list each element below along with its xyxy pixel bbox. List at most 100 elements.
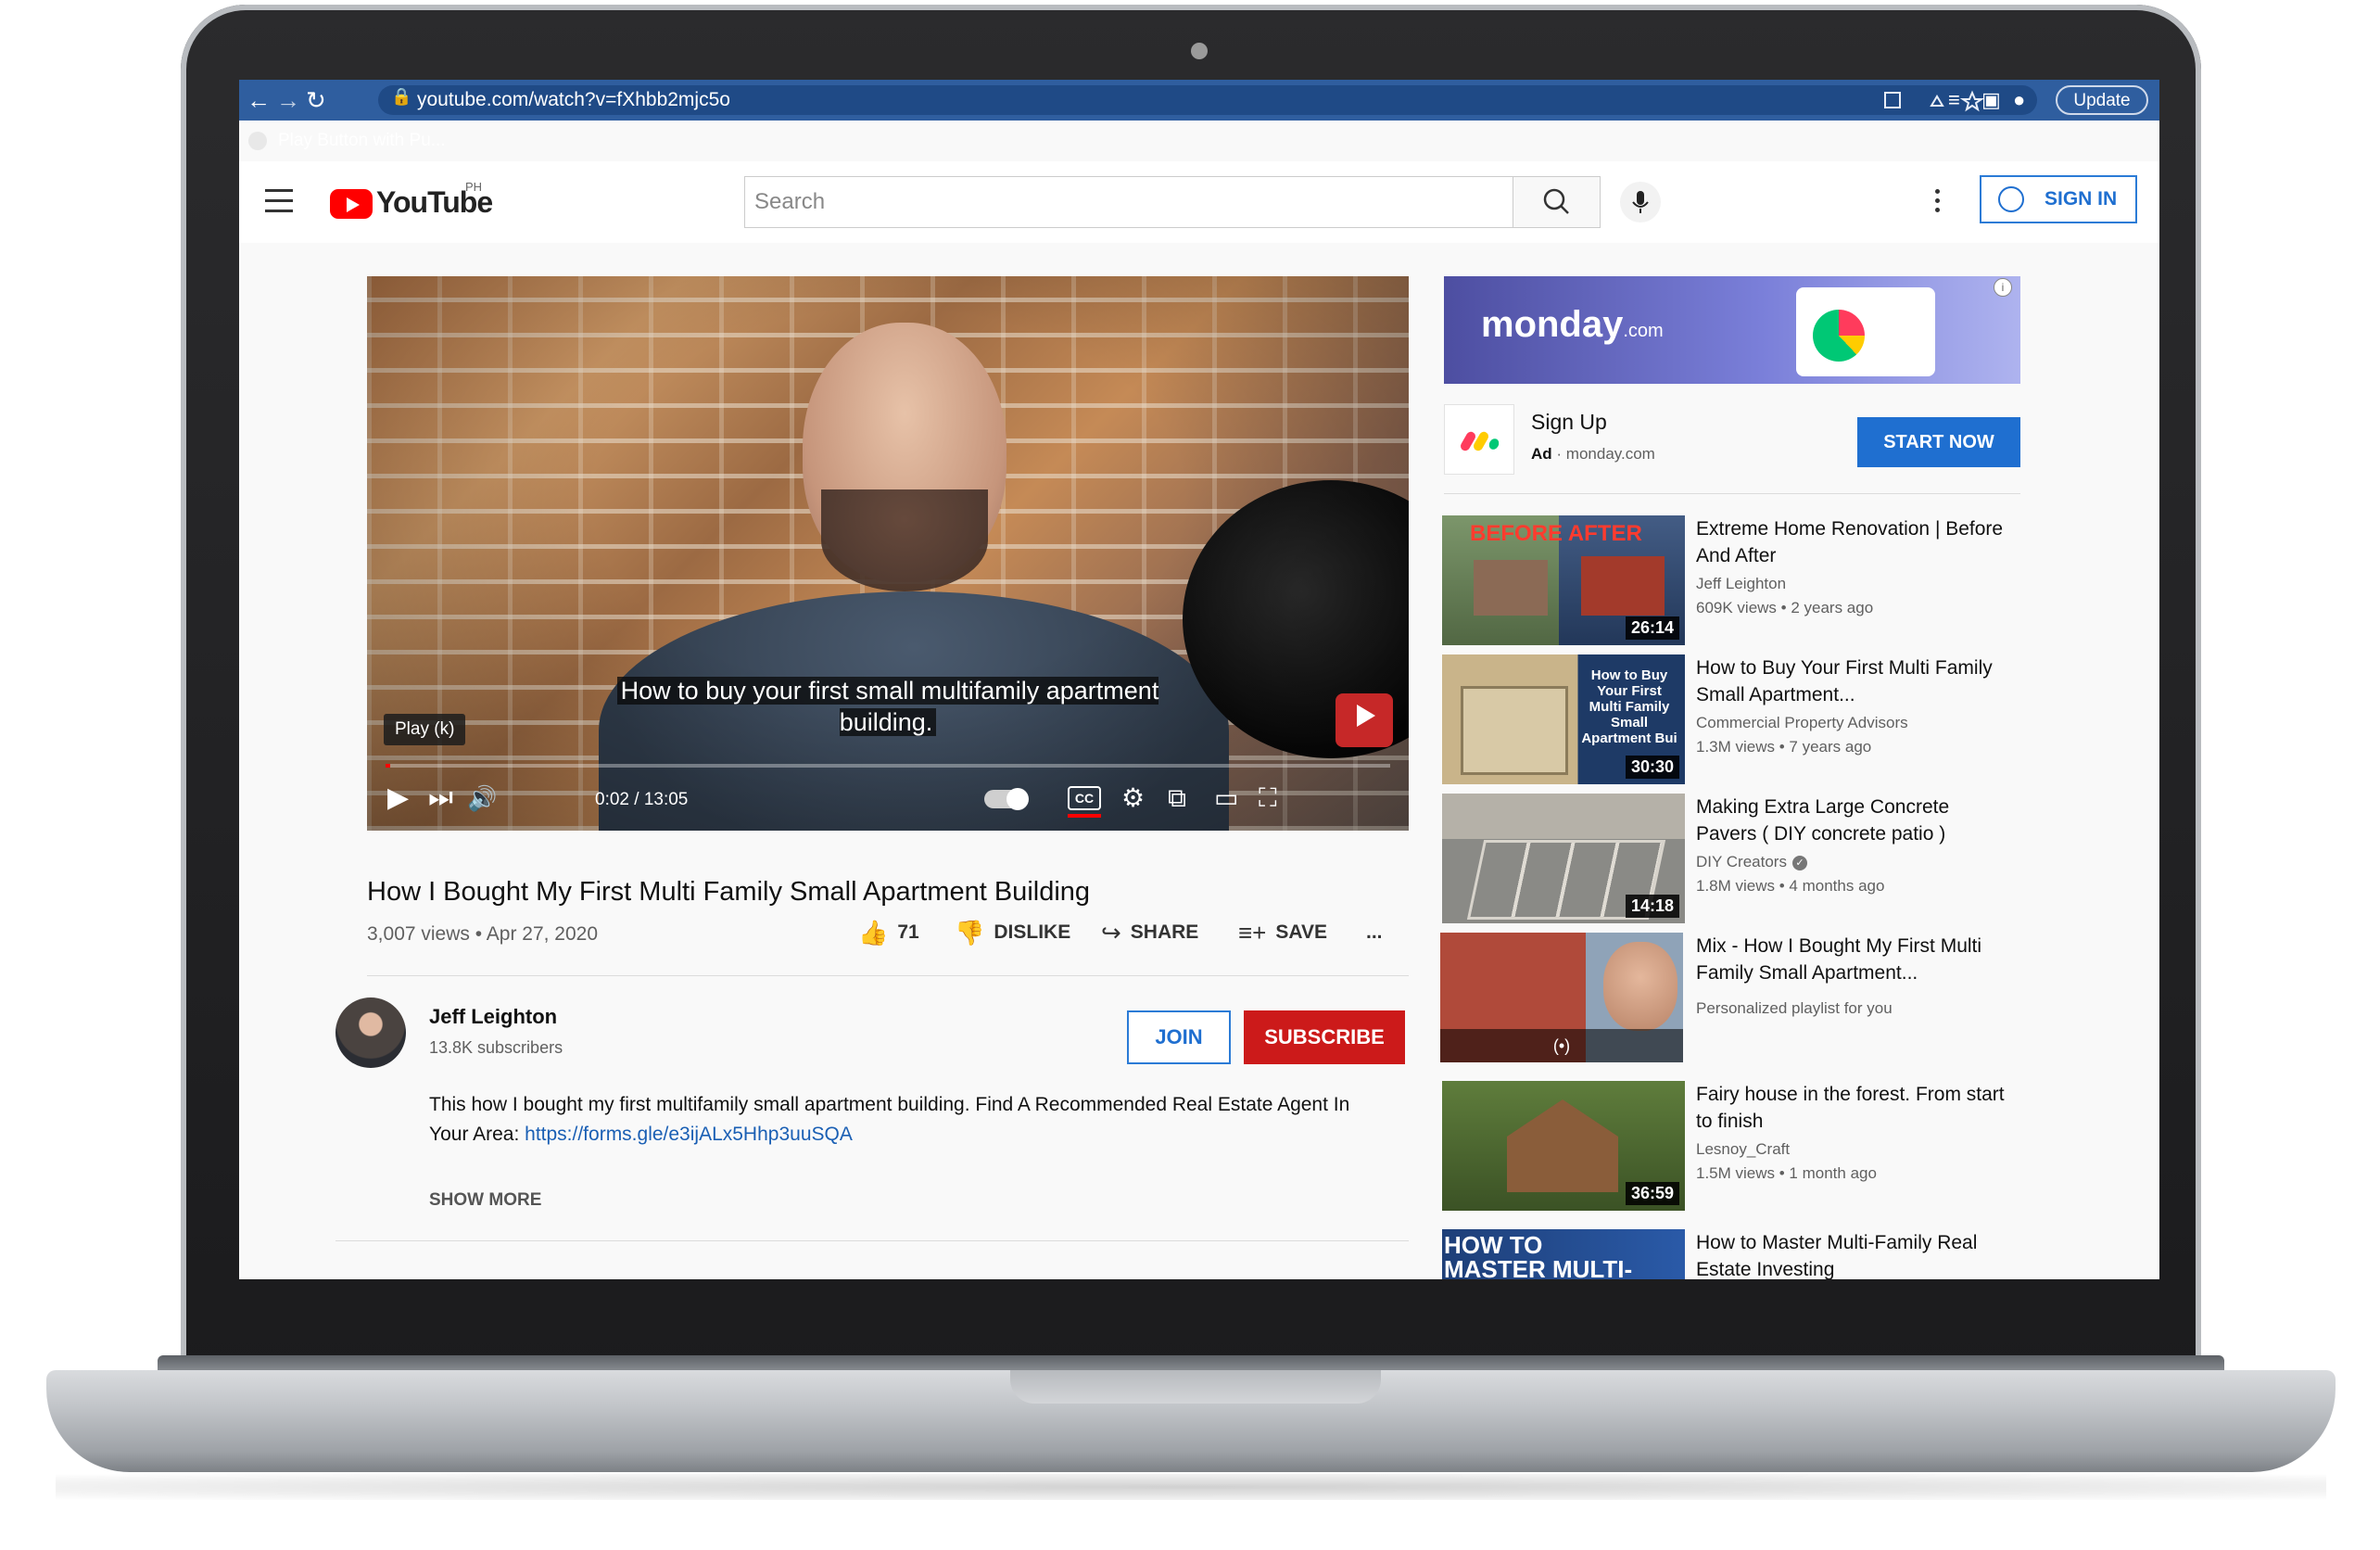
captions-active-indicator xyxy=(1068,814,1101,818)
profile-icon[interactable]: ● xyxy=(2013,80,2025,121)
ad-info-icon[interactable]: i xyxy=(1994,278,2012,297)
youtube-header: YouTube PH SIGN IN xyxy=(239,161,2159,243)
ad-headline[interactable]: Sign Up xyxy=(1531,410,1607,435)
share-button[interactable]: ↪ SHARE xyxy=(1101,914,1198,951)
video-thumbnail[interactable]: 14:18 xyxy=(1442,794,1685,923)
video-vignette xyxy=(367,276,1409,831)
more-actions-button[interactable]: ... xyxy=(1366,914,1383,951)
list-item[interactable]: BEFORE AFTER 26:14 Extreme Home Renovati… xyxy=(1442,515,2035,645)
ad-logo[interactable] xyxy=(1444,404,1514,475)
join-button[interactable]: JOIN xyxy=(1127,1010,1231,1064)
video-meta: 609K views • 2 years ago xyxy=(1696,599,1874,616)
video-thumbnail[interactable]: BEFORE AFTER 26:14 xyxy=(1442,515,1685,645)
thumbs-up-icon: 👍 xyxy=(858,919,889,947)
share-icon: ↪ xyxy=(1101,919,1121,947)
show-more-button[interactable]: SHOW MORE xyxy=(429,1190,541,1211)
fullscreen-icon[interactable]: ⛶ xyxy=(1259,782,1277,814)
region-code: PH xyxy=(465,180,483,194)
dislike-label: DISLIKE xyxy=(994,921,1071,943)
captions-button[interactable]: CC xyxy=(1068,786,1101,810)
video-title[interactable]: Making Extra Large Concrete Pavers ( DIY… xyxy=(1696,794,2011,847)
lock-icon: 🔒 xyxy=(391,87,412,106)
subscribe-button[interactable]: SUBSCRIBE xyxy=(1244,1010,1405,1064)
channel-name[interactable]: DIY Creators ✓ xyxy=(1696,853,1807,871)
like-button[interactable]: 👍 71 xyxy=(858,914,919,951)
video-thumbnail[interactable]: 36:59 xyxy=(1442,1081,1685,1211)
browser-toolbar: ← → ↻ 🔒 youtube.com/watch?v=fXhbb2mjc5o … xyxy=(239,80,2159,121)
video-meta: 1.8M views • 4 months ago xyxy=(1696,877,1885,895)
menu-icon[interactable] xyxy=(265,189,293,213)
channel-name[interactable]: Jeff Leighton xyxy=(429,1005,557,1029)
search-box xyxy=(744,176,1513,228)
reload-icon[interactable]: ↻ xyxy=(306,80,326,121)
update-button[interactable]: Update xyxy=(2056,85,2148,115)
laptop-notch xyxy=(1010,1370,1381,1404)
list-item[interactable]: (•) Mix - How I Bought My First Multi Fa… xyxy=(1440,933,2033,1062)
forward-icon[interactable]: → xyxy=(276,80,300,121)
search-input[interactable] xyxy=(745,177,1479,227)
side-panel-icon[interactable]: ▣ xyxy=(1981,80,2001,121)
back-icon[interactable]: ← xyxy=(247,80,271,121)
divider xyxy=(335,1240,1409,1241)
address-bar[interactable]: 🔒 youtube.com/watch?v=fXhbb2mjc5o xyxy=(378,85,2037,115)
video-title[interactable]: How to Master Multi-Family Real Estate I… xyxy=(1696,1229,2011,1279)
volume-icon[interactable]: 🔊 xyxy=(467,782,497,814)
list-item[interactable]: 36:59 Fairy house in the forest. From st… xyxy=(1442,1081,2035,1211)
ad-brand: monday.com xyxy=(1481,304,1664,346)
list-item[interactable]: How to Buy Your First Multi Family Small… xyxy=(1442,654,2035,784)
description-link[interactable]: https://forms.gle/e3ijALx5Hhp3uuSQA xyxy=(525,1124,853,1145)
list-item[interactable]: 14:18 Making Extra Large Concrete Pavers… xyxy=(1442,794,2035,923)
video-thumbnail[interactable]: (•) xyxy=(1440,933,1683,1062)
dislike-button[interactable]: 👎 DISLIKE xyxy=(955,914,1070,951)
divider xyxy=(1444,493,2020,494)
next-icon[interactable]: ⏭ xyxy=(428,782,453,814)
ad-logo-dot-green xyxy=(1487,437,1501,451)
video-thumbnail[interactable]: How to Buy Your First Multi Family Small… xyxy=(1442,654,1685,784)
video-meta: 1.5M views • 1 month ago xyxy=(1696,1164,1877,1182)
channel-name[interactable]: Commercial Property Advisors xyxy=(1696,714,1908,732)
thumb-face xyxy=(1603,942,1677,1031)
thumb-caption: How to Buy Your First Multi Family Small… xyxy=(1581,667,1677,746)
video-title[interactable]: How to Buy Your First Multi Family Small… xyxy=(1696,654,2011,708)
subscribe-watermark-icon[interactable] xyxy=(1336,693,1393,747)
search-button[interactable] xyxy=(1513,176,1601,228)
voice-search-button[interactable] xyxy=(1620,182,1661,222)
video-title: How I Bought My First Multi Family Small… xyxy=(367,877,1091,907)
video-player[interactable]: How to buy your first small multifamily … xyxy=(367,276,1409,831)
video-description: This how I bought my first multifamily s… xyxy=(429,1090,1356,1150)
channel-avatar[interactable] xyxy=(335,997,406,1068)
video-meta: Personalized playlist for you xyxy=(1696,999,1893,1017)
channel-name[interactable]: Lesnoy_Craft xyxy=(1696,1140,1790,1159)
duration-badge: 14:18 xyxy=(1625,895,1679,918)
share-label: SHARE xyxy=(1130,921,1199,943)
progress-bar[interactable] xyxy=(386,764,1390,768)
video-title[interactable]: Extreme Home Renovation | Before And Aft… xyxy=(1696,515,2011,569)
save-button[interactable]: ≡+ SAVE xyxy=(1238,914,1327,951)
video-title[interactable]: Fairy house in the forest. From start to… xyxy=(1696,1081,2011,1135)
thumb-caption: HOW TO MASTER MULTI-FAMILY REAL xyxy=(1444,1231,1633,1279)
play-icon[interactable]: ▶ xyxy=(387,782,409,814)
sign-in-button[interactable]: SIGN IN xyxy=(1980,175,2137,223)
ad-label: Ad xyxy=(1531,445,1552,463)
settings-more-icon[interactable] xyxy=(1935,189,1941,217)
theater-mode-icon[interactable]: ▭ xyxy=(1214,782,1238,814)
list-item[interactable]: HOW TO MASTER MULTI-FAMILY REAL How to M… xyxy=(1442,1229,2035,1279)
bookmarks-bar xyxy=(239,121,2159,162)
miniplayer-icon[interactable]: ⧉ xyxy=(1168,782,1186,814)
bookmark-item[interactable]: Play Button with Pu... xyxy=(248,121,446,161)
thumbs-down-icon: 👎 xyxy=(955,919,985,947)
playlist-radio-icon: (•) xyxy=(1440,1029,1683,1062)
autoplay-toggle[interactable] xyxy=(984,788,1029,810)
thumb-house-after xyxy=(1581,556,1665,616)
ad-meta: Ad · monday.com xyxy=(1531,445,1655,464)
settings-gear-icon[interactable]: ⚙ xyxy=(1121,782,1145,814)
install-icon xyxy=(1884,92,1901,108)
channel-name[interactable]: Jeff Leighton xyxy=(1696,575,1786,593)
video-thumbnail[interactable]: HOW TO MASTER MULTI-FAMILY REAL xyxy=(1442,1229,1685,1279)
reading-list-icon[interactable]: ≡ xyxy=(1948,80,1960,121)
ad-banner[interactable]: monday.com xyxy=(1444,276,2020,384)
start-now-button[interactable]: START NOW xyxy=(1857,417,2020,467)
ad-domain: · monday.com xyxy=(1556,445,1655,463)
video-title[interactable]: Mix - How I Bought My First Multi Family… xyxy=(1696,933,2011,986)
divider xyxy=(367,975,1409,976)
